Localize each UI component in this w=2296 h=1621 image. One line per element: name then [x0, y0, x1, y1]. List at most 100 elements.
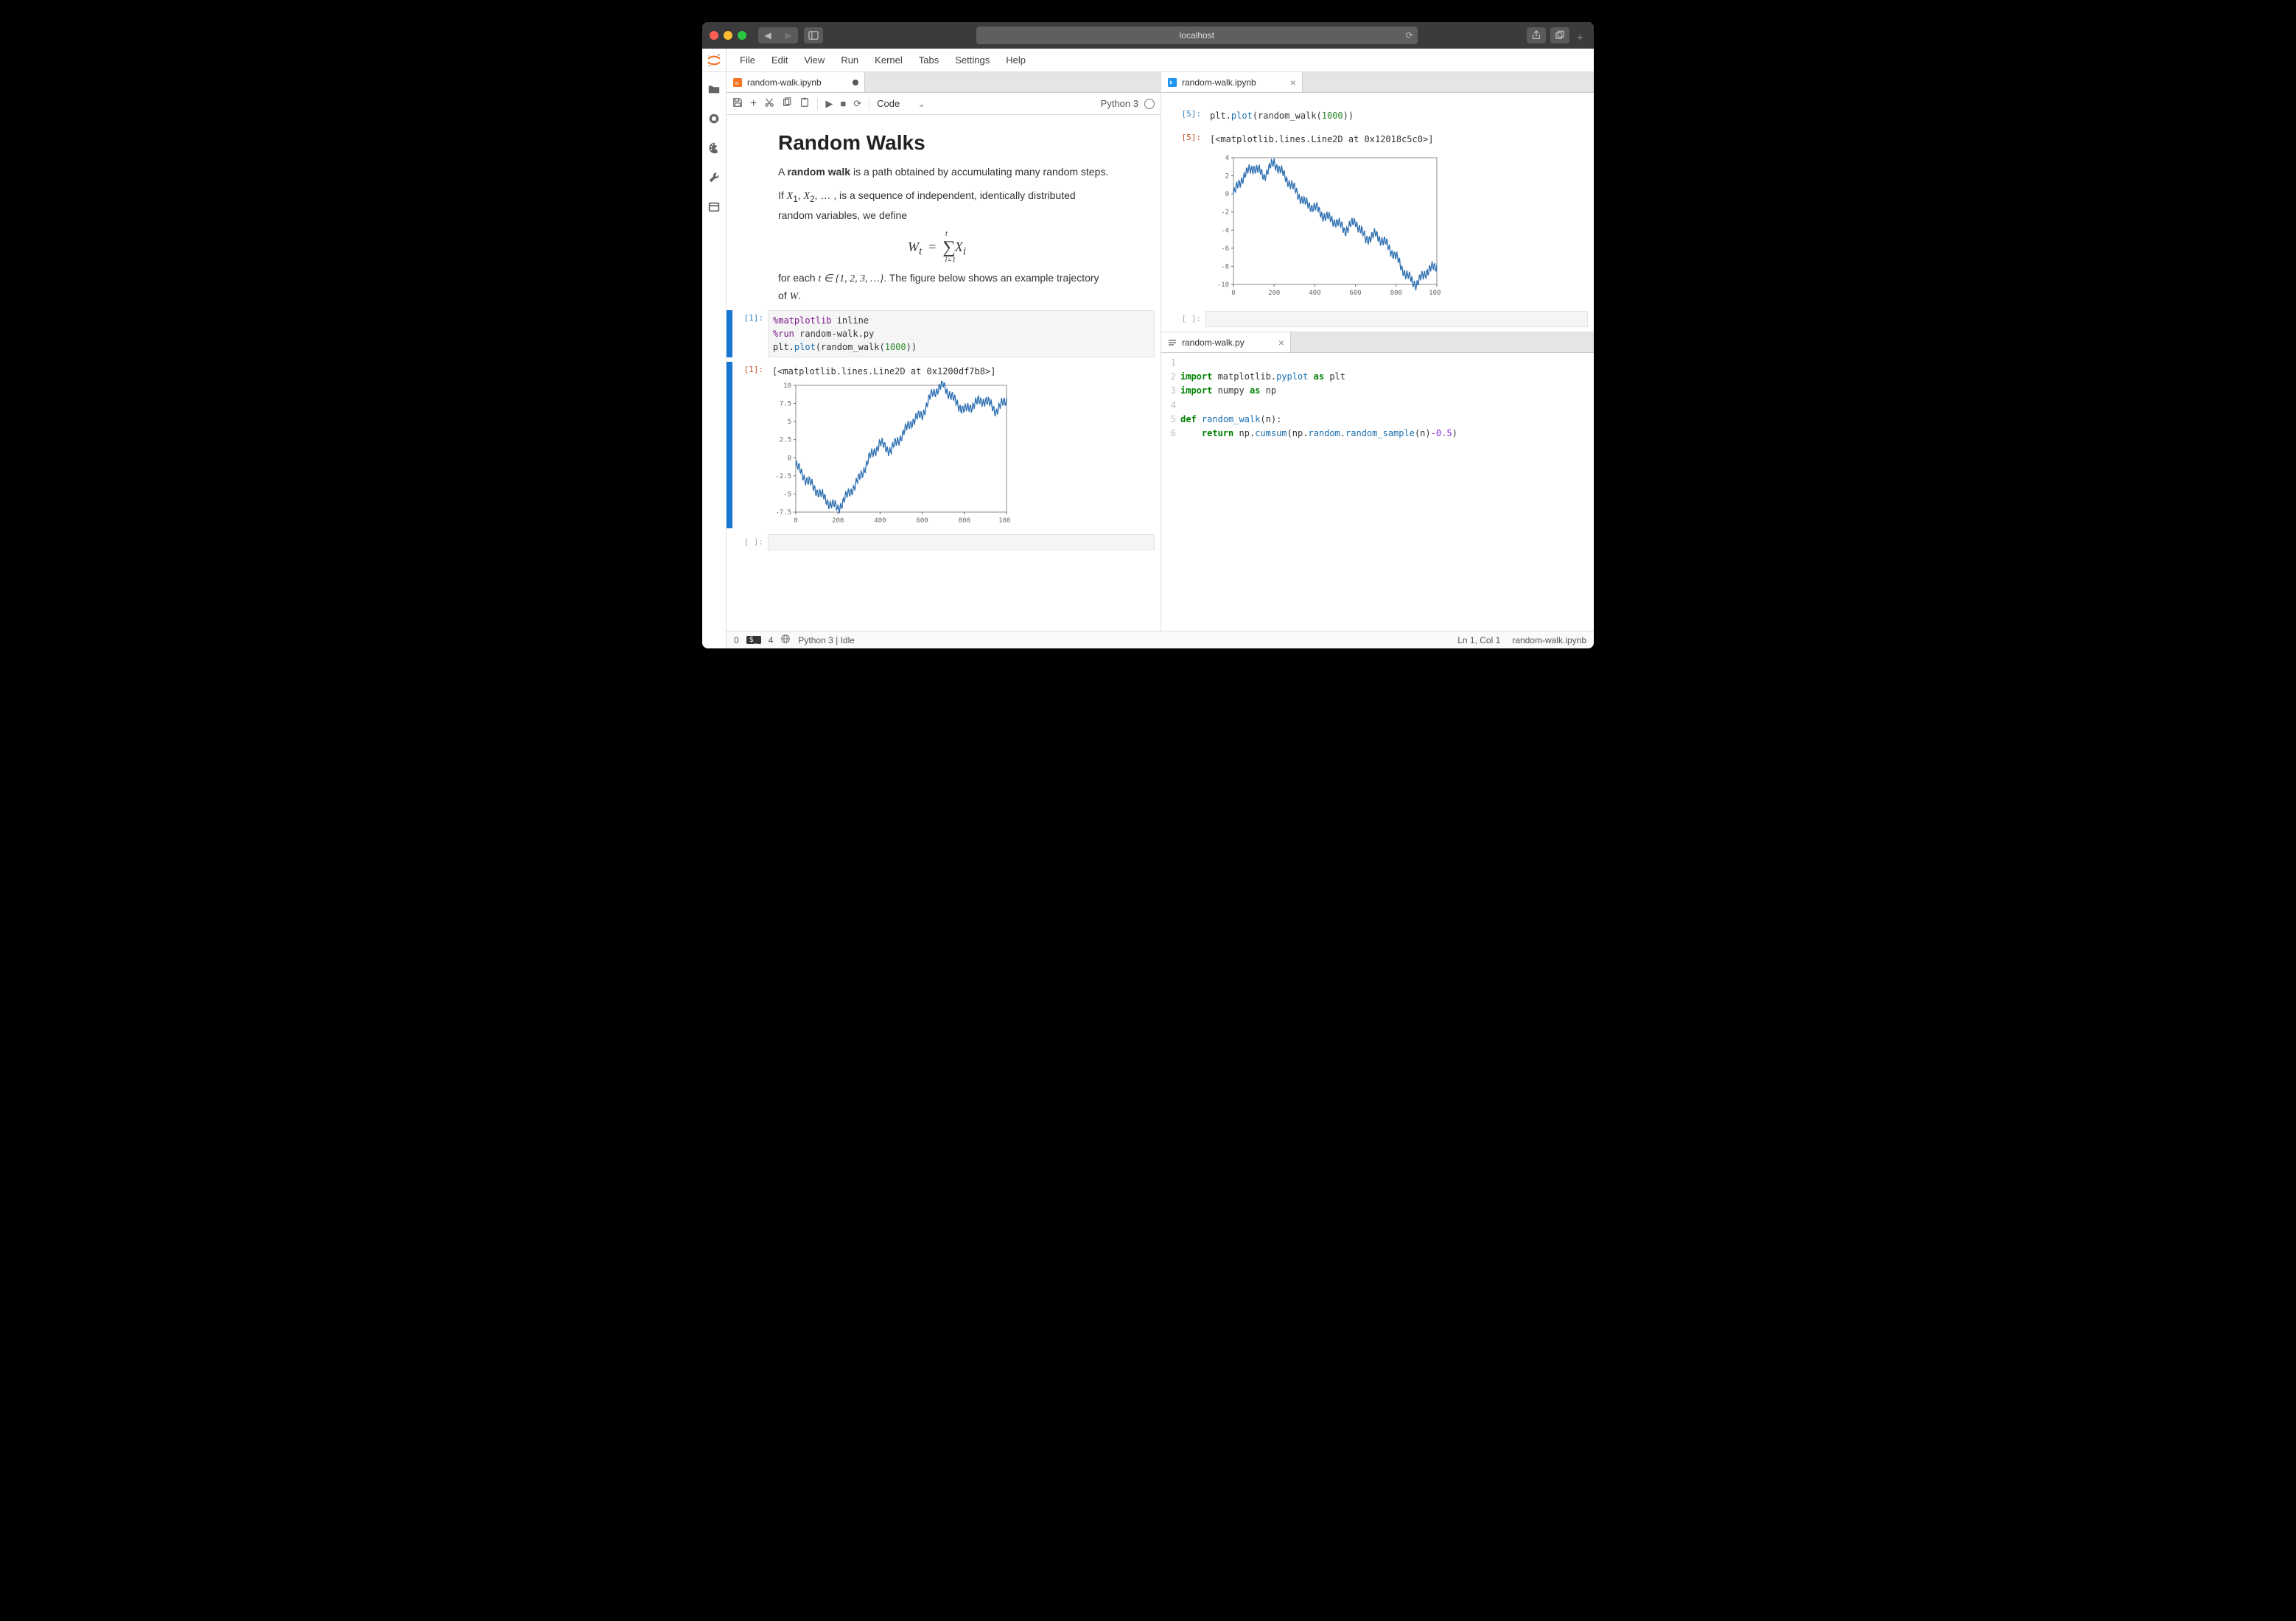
python-editor[interactable]: 123456 import matplotlib.pyplot as plt i…: [1161, 353, 1594, 631]
main-menu: File Edit View Run Kernel Tabs Settings …: [727, 49, 1594, 72]
address-bar[interactable]: localhost ⟳: [976, 27, 1418, 44]
sidebar-icon: [808, 30, 819, 41]
input-prompt: [ ]:: [732, 534, 768, 550]
open-tabs-button[interactable]: [707, 200, 721, 214]
code-token: %run: [773, 329, 799, 339]
kernel-name[interactable]: Python 3: [1101, 98, 1138, 109]
empty-code-cell[interactable]: [ ]:: [727, 534, 1155, 550]
status-kernel[interactable]: Python 3 | Idle: [798, 635, 855, 645]
status-terminals-count[interactable]: 4: [769, 635, 774, 645]
status-terminal-icon[interactable]: $_: [746, 636, 761, 644]
notebook-body[interactable]: Random Walks A random walk is a path obt…: [727, 115, 1161, 631]
dirty-indicator-icon: [853, 80, 858, 85]
share-icon: [1531, 30, 1541, 41]
interrupt-kernel-button[interactable]: ■: [840, 98, 846, 109]
svg-text:2.5: 2.5: [780, 436, 791, 444]
code-input[interactable]: %matplotlib inline %run random-walk.py p…: [768, 310, 1155, 357]
save-button[interactable]: [732, 97, 743, 110]
code-token: 1000: [885, 342, 906, 352]
code-input[interactable]: plt.plot(random_walk(1000)): [1205, 106, 1588, 125]
code-token: plot: [794, 342, 816, 352]
address-text: localhost: [1180, 30, 1214, 41]
menu-file[interactable]: File: [732, 52, 763, 69]
menu-view[interactable]: View: [797, 52, 832, 69]
tab-random-walk-py[interactable]: random-walk.py ×: [1161, 332, 1291, 352]
fullscreen-window-button[interactable]: [738, 31, 746, 40]
svg-text:0: 0: [1231, 290, 1235, 297]
forward-button[interactable]: ▶: [779, 27, 798, 43]
close-tab-button[interactable]: ×: [1278, 337, 1284, 349]
tools-button[interactable]: [707, 171, 721, 184]
menu-help[interactable]: Help: [998, 52, 1033, 69]
svg-text:0: 0: [794, 517, 797, 525]
paste-cell-button[interactable]: [799, 97, 810, 110]
running-sessions-button[interactable]: [707, 112, 721, 125]
tab-label: random-walk.py: [1182, 337, 1245, 348]
copy-icon: [782, 97, 792, 108]
status-cursor[interactable]: Ln 1, Col 1: [1457, 635, 1500, 645]
svg-text:2: 2: [1225, 173, 1229, 181]
new-tab-button[interactable]: +: [1574, 32, 1586, 45]
folder-icon: [707, 83, 721, 96]
reload-button[interactable]: ⟳: [1406, 30, 1413, 41]
tabs-list-icon: [707, 200, 721, 214]
menu-settings[interactable]: Settings: [948, 52, 997, 69]
code-cell-5[interactable]: [5]: plt.plot(random_walk(1000)): [1170, 106, 1588, 125]
svg-text:-6: -6: [1221, 245, 1229, 253]
code-token: )): [1343, 111, 1354, 121]
tab-random-walk-notebook-left[interactable]: n random-walk.ipynb: [727, 72, 865, 92]
close-tab-button[interactable]: ×: [1290, 77, 1296, 88]
jupyter-logo[interactable]: [702, 49, 727, 72]
svg-text:-2: -2: [1221, 209, 1229, 217]
svg-text:600: 600: [1349, 290, 1361, 297]
wrench-icon: [707, 171, 721, 184]
text-file-icon: [1167, 337, 1177, 348]
tab-random-walk-notebook-right[interactable]: random-walk.ipynb ×: [1161, 72, 1303, 92]
menu-tabs[interactable]: Tabs: [911, 52, 946, 69]
cut-cell-button[interactable]: [764, 97, 774, 110]
minimize-window-button[interactable]: [724, 31, 732, 40]
svg-text:0: 0: [1225, 191, 1229, 198]
svg-text:800: 800: [1390, 290, 1402, 297]
restart-kernel-button[interactable]: ⟳: [853, 98, 861, 110]
text-math: W: [790, 291, 799, 302]
status-environment-icon[interactable]: [780, 634, 791, 646]
code-input-empty[interactable]: [1205, 311, 1588, 327]
menu-kernel[interactable]: Kernel: [867, 52, 910, 69]
right-top-panel: random-walk.ipynb × [5]: plt.plot(random…: [1161, 72, 1594, 332]
svg-text:400: 400: [1309, 290, 1320, 297]
menu-edit[interactable]: Edit: [764, 52, 795, 69]
copy-cell-button[interactable]: [782, 97, 792, 110]
code-token: plot: [1231, 111, 1253, 121]
status-tabs-count[interactable]: 0: [734, 635, 739, 645]
palette-icon: [707, 141, 721, 155]
save-icon: [732, 97, 743, 108]
empty-code-cell-right[interactable]: [ ]:: [1170, 311, 1588, 327]
output-text: [<matplotlib.lines.Line2D at 0x1200df7b8…: [768, 362, 1155, 381]
back-button[interactable]: ◀: [758, 27, 777, 43]
tabs-overview-button[interactable]: [1550, 27, 1569, 43]
add-cell-button[interactable]: +: [750, 97, 757, 111]
file-browser-button[interactable]: [707, 83, 721, 96]
svg-text:-4: -4: [1221, 227, 1229, 234]
share-button[interactable]: [1527, 27, 1546, 43]
output-prompt: [5]:: [1170, 130, 1205, 149]
cell-type-select[interactable]: Code ⌄: [877, 98, 925, 110]
sidebar-toggle-button[interactable]: [804, 27, 823, 43]
input-prompt: [5]:: [1170, 106, 1205, 125]
menu-run[interactable]: Run: [833, 52, 866, 69]
window-controls: [710, 31, 746, 40]
svg-text:n: n: [735, 80, 738, 86]
close-window-button[interactable]: [710, 31, 718, 40]
code-cell-1[interactable]: [1]: %matplotlib inline %run random-walk…: [727, 310, 1155, 357]
run-cell-button[interactable]: ▶: [825, 98, 833, 110]
text: is a path obtained by accumulating many …: [850, 166, 1108, 178]
code-token: )): [906, 342, 917, 352]
status-file[interactable]: random-walk.ipynb: [1512, 635, 1586, 645]
markdown-paragraph-2: If X1, X2, … , is a sequence of independ…: [778, 187, 1109, 223]
svg-text:-5: -5: [783, 491, 791, 498]
code-input-empty[interactable]: [768, 534, 1155, 550]
commands-button[interactable]: [707, 141, 721, 155]
svg-text:1000: 1000: [1429, 290, 1441, 297]
python-code[interactable]: import matplotlib.pyplot as plt import n…: [1180, 356, 1594, 631]
